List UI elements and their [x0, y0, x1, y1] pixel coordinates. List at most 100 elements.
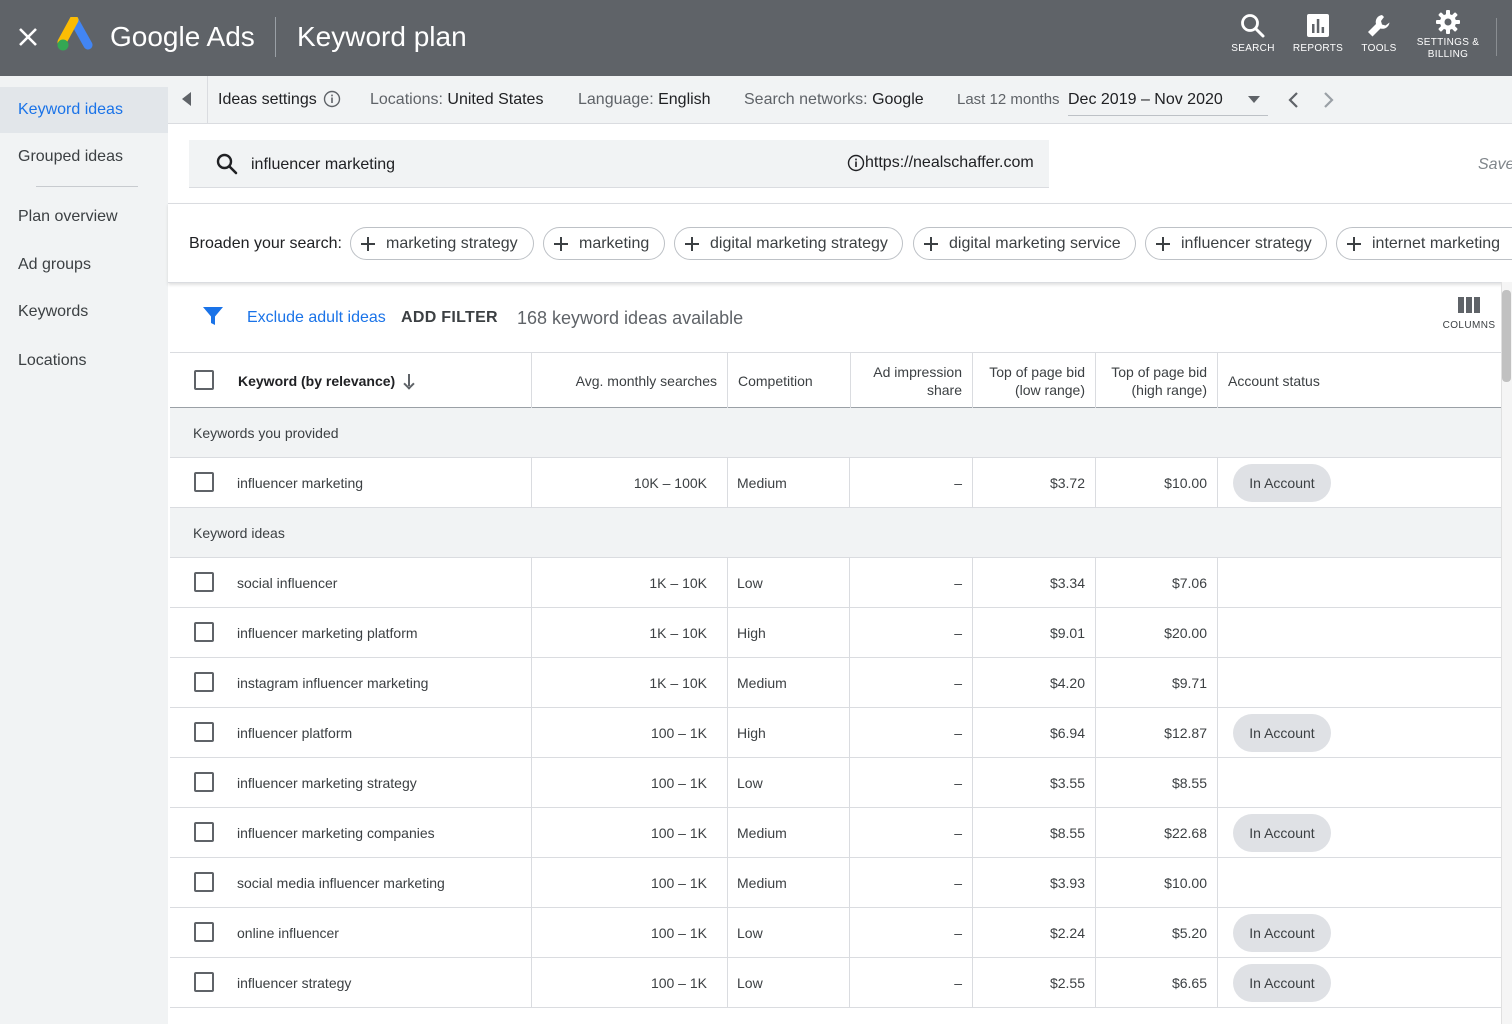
column-divider [972, 758, 973, 807]
chip-label: internet marketing [1372, 235, 1501, 252]
high-bid-cell: $22.68 [1164, 825, 1207, 841]
column-divider [1095, 608, 1096, 657]
high-bid-cell: $10.00 [1164, 475, 1207, 491]
broaden-chip[interactable]: digital marketing service [913, 227, 1136, 260]
networks-setting[interactable]: Search networks: Google [744, 90, 924, 110]
nav-item-ad-groups[interactable]: Ad groups [0, 242, 168, 288]
column-divider [1217, 558, 1218, 607]
column-divider [1095, 958, 1096, 1007]
language-value: English [658, 91, 711, 108]
high-bid-cell: $20.00 [1164, 625, 1207, 641]
left-navigation: Keyword ideas Grouped ideas Plan overvie… [0, 76, 168, 1024]
chevron-right-icon[interactable] [1316, 88, 1340, 112]
low-bid-cell: $3.93 [1049, 875, 1085, 891]
table-row: social media influencer marketing 100 – 1… [170, 858, 1501, 908]
column-divider [1095, 708, 1096, 757]
row-checkbox[interactable] [194, 472, 214, 492]
broaden-search-bar: Broaden your search: marketing strategy … [168, 203, 1512, 283]
avg-searches-cell: 10K – 100K [633, 475, 707, 491]
column-divider [727, 908, 728, 957]
row-checkbox[interactable] [194, 872, 214, 892]
settings-billing-button[interactable]: SETTINGS & BILLING [1412, 4, 1484, 64]
broaden-chip[interactable]: influencer strategy [1145, 227, 1327, 260]
low-bid-cell: $9.01 [1049, 625, 1085, 641]
column-header-high-bid[interactable]: Top of page bid (high range) [1096, 353, 1207, 408]
column-divider [849, 458, 850, 507]
exclude-adult-ideas-filter[interactable]: Exclude adult ideas [247, 308, 386, 328]
language-setting[interactable]: Language: English [578, 90, 711, 110]
row-checkbox[interactable] [194, 922, 214, 942]
ideas-settings-label[interactable]: Ideas settings [218, 90, 317, 110]
scrollbar-thumb[interactable] [1502, 290, 1511, 382]
column-divider [1095, 558, 1096, 607]
select-all-checkbox[interactable] [194, 370, 214, 390]
locations-setting[interactable]: Locations: United States [370, 90, 543, 110]
impression-share-cell: – [954, 925, 962, 941]
impression-header-line1: Ad impression [873, 363, 962, 380]
column-header-impression-share[interactable]: Ad impression share [851, 353, 962, 408]
impression-share-cell: – [954, 725, 962, 741]
tools-tool-button[interactable]: TOOLS [1343, 8, 1415, 68]
column-header-avg-searches[interactable]: Avg. monthly searches [532, 353, 717, 408]
broaden-chip[interactable]: digital marketing strategy [674, 227, 903, 260]
column-divider [849, 908, 850, 957]
column-divider [531, 658, 532, 707]
column-divider [1217, 958, 1218, 1007]
column-divider [1217, 608, 1218, 657]
impression-share-cell: – [954, 875, 962, 891]
avg-searches-cell: 100 – 1K [650, 825, 707, 841]
column-divider [972, 908, 973, 957]
avg-searches-cell: 1K – 10K [649, 675, 707, 691]
broaden-chip[interactable]: internet marketing [1336, 227, 1512, 260]
column-header-competition[interactable]: Competition [738, 353, 848, 408]
info-icon [847, 154, 865, 172]
column-divider [1217, 908, 1218, 957]
row-checkbox[interactable] [194, 722, 214, 742]
search-tool-button[interactable]: SEARCH [1217, 8, 1289, 68]
add-filter-button[interactable]: ADD FILTER [401, 308, 498, 328]
row-checkbox[interactable] [194, 672, 214, 692]
row-checkbox[interactable] [194, 572, 214, 592]
high-bid-cell: $12.87 [1164, 725, 1207, 741]
low-bid-cell: $4.20 [1049, 675, 1085, 691]
column-divider [972, 708, 973, 757]
filter-icon[interactable] [202, 305, 224, 327]
nav-item-grouped-ideas[interactable]: Grouped ideas [0, 134, 168, 180]
column-header-account-status[interactable]: Account status [1228, 353, 1378, 408]
column-divider [1217, 708, 1218, 757]
impression-header-line2: share [926, 381, 962, 398]
column-header-low-bid[interactable]: Top of page bid (low range) [973, 353, 1085, 408]
row-checkbox[interactable] [194, 822, 214, 842]
impression-share-cell: – [954, 675, 962, 691]
column-header-keyword[interactable]: Keyword (by relevance) [238, 353, 518, 408]
nav-item-keywords[interactable]: Keywords [0, 289, 168, 335]
keyword-cell: influencer platform [237, 725, 353, 741]
row-checkbox[interactable] [194, 622, 214, 642]
scrollbar-track[interactable] [1501, 282, 1512, 1024]
avg-searches-cell: 1K – 10K [649, 575, 707, 591]
date-range-value: Dec 2019 – Nov 2020 [1068, 91, 1223, 108]
nav-item-plan-overview[interactable]: Plan overview [0, 194, 168, 240]
keyword-search-input[interactable]: influencer marketing https://nealschaffe… [189, 140, 1049, 188]
column-divider [531, 858, 532, 907]
keyword-cell: influencer strategy [237, 975, 352, 991]
row-checkbox[interactable] [194, 772, 214, 792]
date-range-dropdown[interactable]: Dec 2019 – Nov 2020 [1068, 86, 1268, 116]
info-icon[interactable] [323, 90, 341, 108]
nav-item-locations[interactable]: Locations [0, 338, 168, 384]
collapse-nav-button[interactable] [168, 76, 208, 124]
row-checkbox[interactable] [194, 972, 214, 992]
low-bid-header-line2: (low range) [1014, 381, 1085, 398]
save-button[interactable]: Save [1478, 156, 1512, 174]
nav-item-keyword-ideas[interactable]: Keyword ideas [0, 87, 168, 133]
impression-share-cell: – [954, 475, 962, 491]
broaden-chip[interactable]: marketing strategy [350, 227, 534, 260]
column-divider [727, 608, 728, 657]
columns-button[interactable]: COLUMNS [1438, 296, 1500, 342]
chevron-left-icon[interactable] [1282, 88, 1306, 112]
table-row: influencer marketing strategy 100 – 1K Low… [170, 758, 1501, 808]
broaden-chip[interactable]: marketing [543, 227, 665, 260]
close-icon[interactable] [14, 23, 42, 51]
impression-share-cell: – [954, 625, 962, 641]
keyword-cell: social influencer [237, 575, 338, 591]
